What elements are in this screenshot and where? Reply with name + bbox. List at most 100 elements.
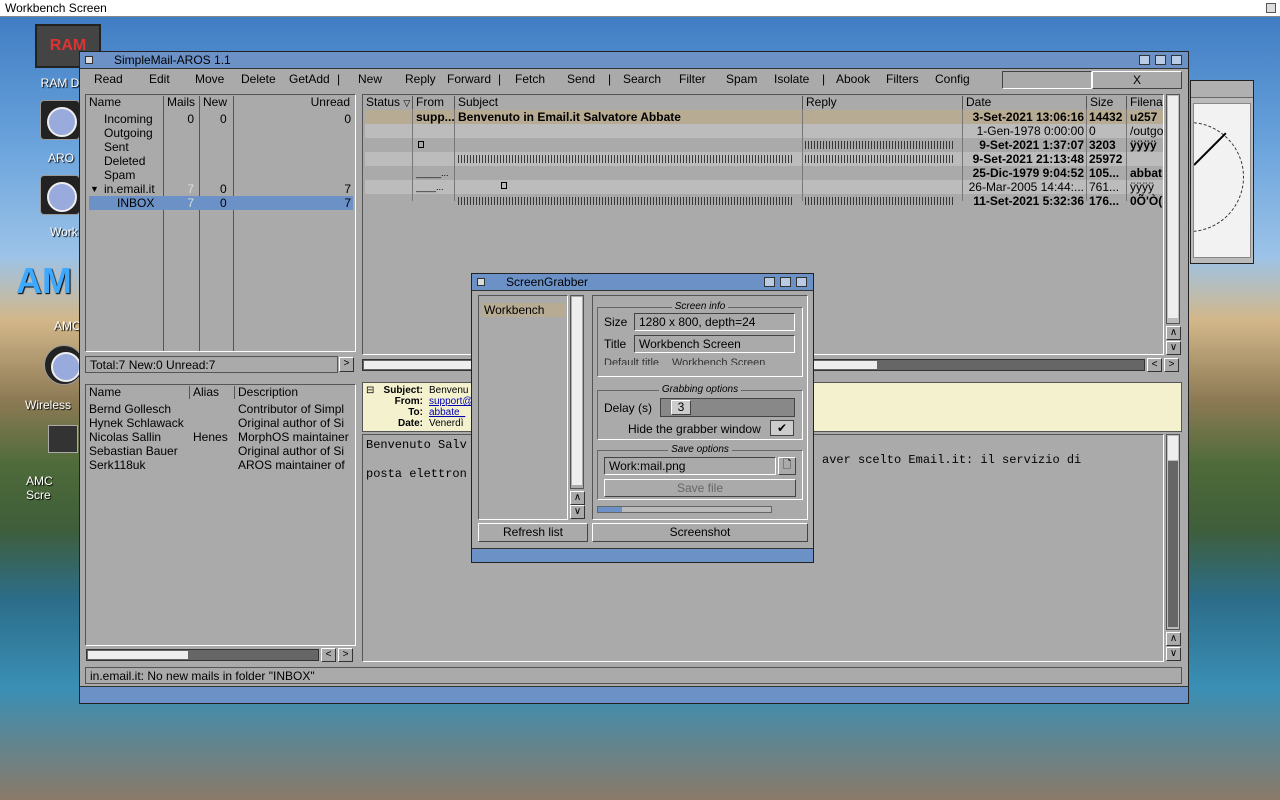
zoom-icon[interactable] [780, 277, 791, 287]
screen-list-item[interactable]: Workbench [482, 303, 566, 317]
summary-arrow-button[interactable]: > [339, 357, 354, 372]
mail-vscrollbar[interactable] [1166, 94, 1180, 324]
clock-titlebar[interactable] [1191, 81, 1253, 98]
mail-subject[interactable]: Benvenuto in Email.it Salvatore Abbate [458, 110, 798, 124]
folder-col-unread[interactable]: Unread [234, 96, 354, 109]
simplemail-titlebar[interactable]: SimpleMail-AROS 1.1 [80, 52, 1188, 69]
folder-col-new[interactable]: New [200, 96, 234, 109]
screengrabber-titlebar[interactable]: ScreenGrabber [472, 274, 813, 291]
delete-button[interactable]: Delete [241, 72, 276, 86]
body-scroll-up-button[interactable]: ∧ [1166, 632, 1181, 646]
mail-col-date[interactable]: Date [963, 96, 1087, 109]
amc-logo-icon[interactable]: AM [16, 260, 72, 302]
collapse-icon[interactable]: ⊟ [366, 386, 376, 396]
search-button[interactable]: Search [623, 72, 661, 86]
ab-hscrollbar[interactable] [86, 649, 319, 661]
folder-deleted[interactable]: Deleted [104, 154, 164, 168]
close-icon[interactable] [477, 278, 485, 286]
work-drive-icon[interactable] [40, 175, 80, 215]
mail-col-reply[interactable]: Reply [803, 96, 963, 109]
iconify-icon[interactable] [764, 277, 775, 287]
contact-name[interactable]: Nicolas Sallin [89, 430, 189, 444]
iconify-icon[interactable] [1139, 55, 1150, 65]
ab-col-description[interactable]: Description [235, 386, 355, 399]
spam-button[interactable]: Spam [726, 72, 757, 86]
amc-screen-icon[interactable] [48, 425, 78, 453]
forward-button[interactable]: Forward [447, 72, 491, 86]
new-button[interactable]: New [358, 72, 382, 86]
screen-list-up-button[interactable]: ∧ [570, 491, 585, 505]
refresh-list-button[interactable]: Refresh list [478, 523, 588, 542]
quick-search-input[interactable] [1002, 71, 1092, 89]
ab-col-name[interactable]: Name [86, 386, 190, 399]
mail-from[interactable]: _____... [416, 166, 454, 180]
mail-scroll-right-button[interactable]: > [1164, 358, 1179, 372]
config-button[interactable]: Config [935, 72, 970, 86]
send-button[interactable]: Send [567, 72, 595, 86]
header-from-link[interactable]: support@ [429, 396, 473, 407]
save-file-button[interactable]: Save file [604, 479, 796, 497]
screen-depth-icon[interactable] [1266, 3, 1276, 13]
mail-col-subject[interactable]: Subject [455, 96, 803, 109]
getadd-button[interactable]: GetAdd [289, 72, 330, 86]
folder-col-name[interactable]: Name [86, 96, 164, 109]
expand-arrow-icon[interactable]: ▼ [90, 182, 100, 196]
folder-spam[interactable]: Spam [104, 168, 164, 182]
depth-icon[interactable] [1171, 55, 1182, 65]
fetch-button[interactable]: Fetch [515, 72, 545, 86]
move-button[interactable]: Move [195, 72, 224, 86]
contact-name[interactable]: Sebastian Bauer [89, 444, 189, 458]
ab-scroll-left-button[interactable]: < [321, 648, 336, 662]
filters-button[interactable]: Filters [886, 72, 919, 86]
body-vscroll-track[interactable] [1168, 461, 1178, 627]
screen-list-scroll-thumb[interactable] [572, 297, 582, 485]
folder-account[interactable]: in.email.it [104, 182, 164, 196]
mail-from[interactable]: ____... [416, 180, 454, 194]
file-popup-icon[interactable]: 🗋 [778, 457, 796, 475]
ab-hscroll-thumb[interactable] [88, 651, 188, 659]
mail-scroll-left-button[interactable]: < [1147, 358, 1162, 372]
contact-name[interactable]: Serk118uk [89, 458, 189, 472]
isolate-button[interactable]: Isolate [774, 72, 809, 86]
abook-button[interactable]: Abook [836, 72, 870, 86]
close-icon[interactable] [85, 56, 93, 64]
mail-col-from[interactable]: From [413, 96, 455, 109]
mail-col-status[interactable]: Status ▽ [363, 96, 413, 109]
body-vscrollbar[interactable] [1166, 434, 1180, 630]
edit-button[interactable]: Edit [149, 72, 170, 86]
folder-outgoing[interactable]: Outgoing [104, 126, 164, 140]
screen-list-down-button[interactable]: ∨ [570, 505, 585, 519]
clear-search-button[interactable]: X [1092, 71, 1182, 89]
folder-col-mails[interactable]: Mails [164, 96, 200, 109]
mail-col-size[interactable]: Size [1087, 96, 1127, 109]
folder-inbox[interactable]: INBOX [117, 196, 162, 210]
depth-icon[interactable] [796, 277, 807, 287]
screenshot-button[interactable]: Screenshot [592, 523, 808, 542]
folder-sent[interactable]: Sent [104, 140, 164, 154]
wireless-icon[interactable] [44, 345, 84, 385]
filter-button[interactable]: Filter [679, 72, 706, 86]
delay-slider-knob[interactable]: 3 [671, 400, 691, 415]
hide-window-checkbox[interactable]: ✔ [770, 420, 794, 436]
aros-drive-icon[interactable] [40, 100, 80, 140]
zoom-icon[interactable] [1155, 55, 1166, 65]
mail-vscroll-thumb[interactable] [1168, 96, 1178, 318]
body-scroll-down-button[interactable]: ∨ [1166, 647, 1181, 661]
folder-incoming[interactable]: Incoming [104, 112, 164, 126]
screen-list-scrollbar[interactable] [570, 295, 584, 489]
filename-input[interactable]: Work:mail.png [604, 457, 776, 475]
mail-scroll-up-button[interactable]: ∧ [1166, 326, 1181, 340]
mail-from[interactable]: supp... [416, 110, 454, 124]
delay-slider[interactable]: 3 [660, 398, 795, 417]
mail-scroll-down-button[interactable]: ∨ [1166, 341, 1181, 355]
body-vscroll-thumb[interactable] [1168, 436, 1178, 460]
header-to-link[interactable]: abbate_ [429, 407, 465, 418]
contact-name[interactable]: Hynek Schlawack [89, 416, 189, 430]
ab-scroll-right-button[interactable]: > [338, 648, 353, 662]
mail-size: 0 [1089, 124, 1096, 138]
contact-name[interactable]: Bernd Gollesch [89, 402, 189, 416]
reply-button[interactable]: Reply [405, 72, 436, 86]
read-button[interactable]: Read [94, 72, 123, 86]
mail-col-filename[interactable]: Filena [1127, 96, 1163, 109]
ab-col-alias[interactable]: Alias [190, 386, 235, 399]
